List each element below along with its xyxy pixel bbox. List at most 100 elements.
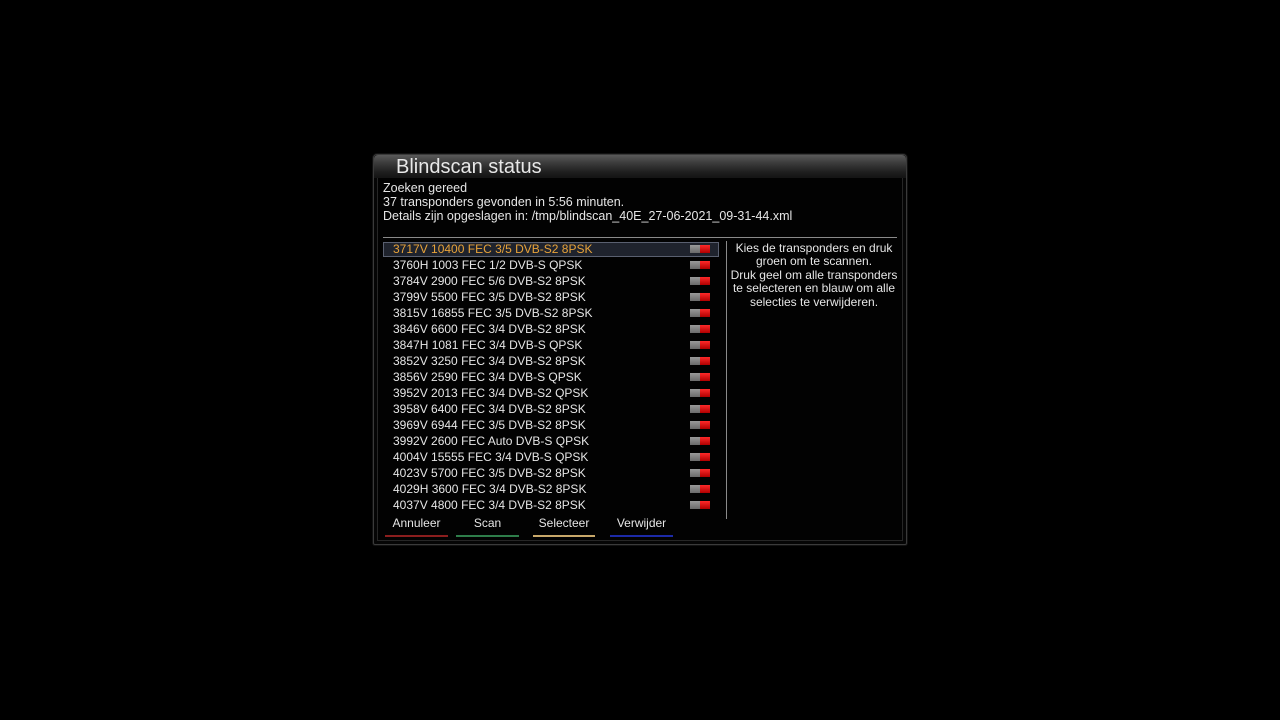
transponder-row[interactable]: 3958V 6400 FEC 3/4 DVB-S2 8PSK [383,402,719,417]
help-line: te selecteren en blauw om alle [732,281,896,296]
transponder-row[interactable]: 4037V 4800 FEC 3/4 DVB-S2 8PSK [383,498,719,513]
vertical-divider [726,241,727,519]
transponder-row[interactable]: 3856V 2590 FEC 3/4 DVB-S QPSK [383,370,719,385]
transponder-label: 3856V 2590 FEC 3/4 DVB-S QPSK [393,370,582,384]
toggle-off-segment [690,293,700,301]
transponder-label: 4023V 5700 FEC 3/5 DVB-S2 8PSK [393,466,586,480]
toggle-red-segment [700,341,710,349]
transponder-label: 3969V 6944 FEC 3/5 DVB-S2 8PSK [393,418,586,432]
toggle-off-segment [690,437,700,445]
transponder-row[interactable]: 3952V 2013 FEC 3/4 DVB-S2 QPSK [383,386,719,401]
transponder-label: 3847H 1081 FEC 3/4 DVB-S QPSK [393,338,583,352]
selection-toggle-icon[interactable] [690,325,710,333]
toggle-off-segment [690,389,700,397]
selection-toggle-icon[interactable] [690,261,710,269]
red-cancel-button[interactable]: Annuleer [385,516,448,538]
toggle-red-segment [700,357,710,365]
transponder-row[interactable]: 3815V 16855 FEC 3/5 DVB-S2 8PSK [383,306,719,321]
transponder-label: 4037V 4800 FEC 3/4 DVB-S2 8PSK [393,498,586,512]
help-line: Kies de transponders en druk [735,241,893,255]
toggle-off-segment [690,421,700,429]
transponder-row[interactable]: 3992V 2600 FEC Auto DVB-S QPSK [383,434,719,449]
transponder-label: 3717V 10400 FEC 3/5 DVB-S2 8PSK [393,242,593,256]
selection-toggle-icon[interactable] [690,309,710,317]
toggle-red-segment [700,421,710,429]
selection-toggle-icon[interactable] [690,469,710,477]
green-scan-button[interactable]: Scan [456,516,519,538]
help-line: selecties te verwijderen. [749,294,879,309]
selection-toggle-icon[interactable] [690,373,710,381]
toggle-off-segment [690,469,700,477]
toggle-off-segment [690,277,700,285]
selection-toggle-icon[interactable] [690,453,710,461]
toggle-off-segment [690,501,700,509]
toggle-red-segment [700,373,710,381]
toggle-red-segment [700,293,710,301]
toggle-red-segment [700,453,710,461]
toggle-red-segment [700,389,710,397]
selection-toggle-icon[interactable] [690,341,710,349]
transponder-label: 3992V 2600 FEC Auto DVB-S QPSK [393,434,590,448]
red-key-bar [385,535,448,537]
toggle-red-segment [700,309,710,317]
selection-toggle-icon[interactable] [690,421,710,429]
transponder-row[interactable]: 3969V 6944 FEC 3/5 DVB-S2 8PSK [383,418,719,433]
transponder-label: 3952V 2013 FEC 3/4 DVB-S2 QPSK [393,386,589,400]
scan-state-text: Zoeken gereed [383,181,468,195]
selection-toggle-icon[interactable] [690,293,710,301]
transponder-row[interactable]: 3717V 10400 FEC 3/5 DVB-S2 8PSK [383,242,719,257]
button-label: Annuleer [392,516,441,530]
transponder-row[interactable]: 3846V 6600 FEC 3/4 DVB-S2 8PSK [383,322,719,337]
toggle-off-segment [690,453,700,461]
toggle-off-segment [690,485,700,493]
toggle-red-segment [700,501,710,509]
toggle-off-segment [690,341,700,349]
toggle-red-segment [700,469,710,477]
button-label: Selecteer [538,516,590,530]
button-label: Verwijder [616,516,667,530]
toggle-red-segment [700,245,710,253]
transponder-row[interactable]: 3847H 1081 FEC 3/4 DVB-S QPSK [383,338,719,353]
blue-remove-button[interactable]: Verwijder [610,516,673,538]
transponder-row[interactable]: 3852V 3250 FEC 3/4 DVB-S2 8PSK [383,354,719,369]
blue-key-bar [610,535,673,537]
transponder-row[interactable]: 4023V 5700 FEC 3/5 DVB-S2 8PSK [383,466,719,481]
help-text: Kies de transponders en druk groen om te… [729,241,899,309]
transponder-label: 4004V 15555 FEC 3/4 DVB-S QPSK [393,450,589,464]
toggle-off-segment [690,245,700,253]
selection-toggle-icon[interactable] [690,389,710,397]
toggle-off-segment [690,357,700,365]
transponder-label: 4029H 3600 FEC 3/4 DVB-S2 8PSK [393,482,587,496]
selection-toggle-icon[interactable] [690,357,710,365]
toggle-off-segment [690,325,700,333]
transponder-label: 3784V 2900 FEC 5/6 DVB-S2 8PSK [393,274,586,288]
transponder-row[interactable]: 3760H 1003 FEC 1/2 DVB-S QPSK [383,258,719,273]
help-line: groen om te scannen. [755,254,873,269]
selection-toggle-icon[interactable] [690,485,710,493]
title-bar: Blindscan status [374,155,906,178]
transponders-found-text: 37 transponders gevonden in 5:56 minuten… [383,195,625,209]
transponder-row[interactable]: 4004V 15555 FEC 3/4 DVB-S QPSK [383,450,719,465]
selection-toggle-icon[interactable] [690,501,710,509]
transponder-row[interactable]: 3799V 5500 FEC 3/5 DVB-S2 8PSK [383,290,719,305]
selection-toggle-icon[interactable] [690,245,710,253]
selection-toggle-icon[interactable] [690,437,710,445]
toggle-red-segment [700,277,710,285]
selection-toggle-icon[interactable] [690,405,710,413]
yellow-select-button[interactable]: Selecteer [533,516,595,538]
transponder-row[interactable]: 4029H 3600 FEC 3/4 DVB-S2 8PSK [383,482,719,497]
toggle-off-segment [690,373,700,381]
toggle-red-segment [700,325,710,333]
transponder-row[interactable]: 3784V 2900 FEC 5/6 DVB-S2 8PSK [383,274,719,289]
toggle-off-segment [690,309,700,317]
transponder-label: 3852V 3250 FEC 3/4 DVB-S2 8PSK [393,354,586,368]
toggle-red-segment [700,437,710,445]
transponder-list[interactable]: 3717V 10400 FEC 3/5 DVB-S2 8PSK 3760H 100… [383,242,720,514]
green-key-bar [456,535,519,537]
yellow-key-bar [533,535,595,537]
transponder-label: 3799V 5500 FEC 3/5 DVB-S2 8PSK [393,290,586,304]
transponder-label: 3760H 1003 FEC 1/2 DVB-S QPSK [393,258,583,272]
horizontal-divider [383,237,897,238]
toggle-red-segment [700,405,710,413]
selection-toggle-icon[interactable] [690,277,710,285]
